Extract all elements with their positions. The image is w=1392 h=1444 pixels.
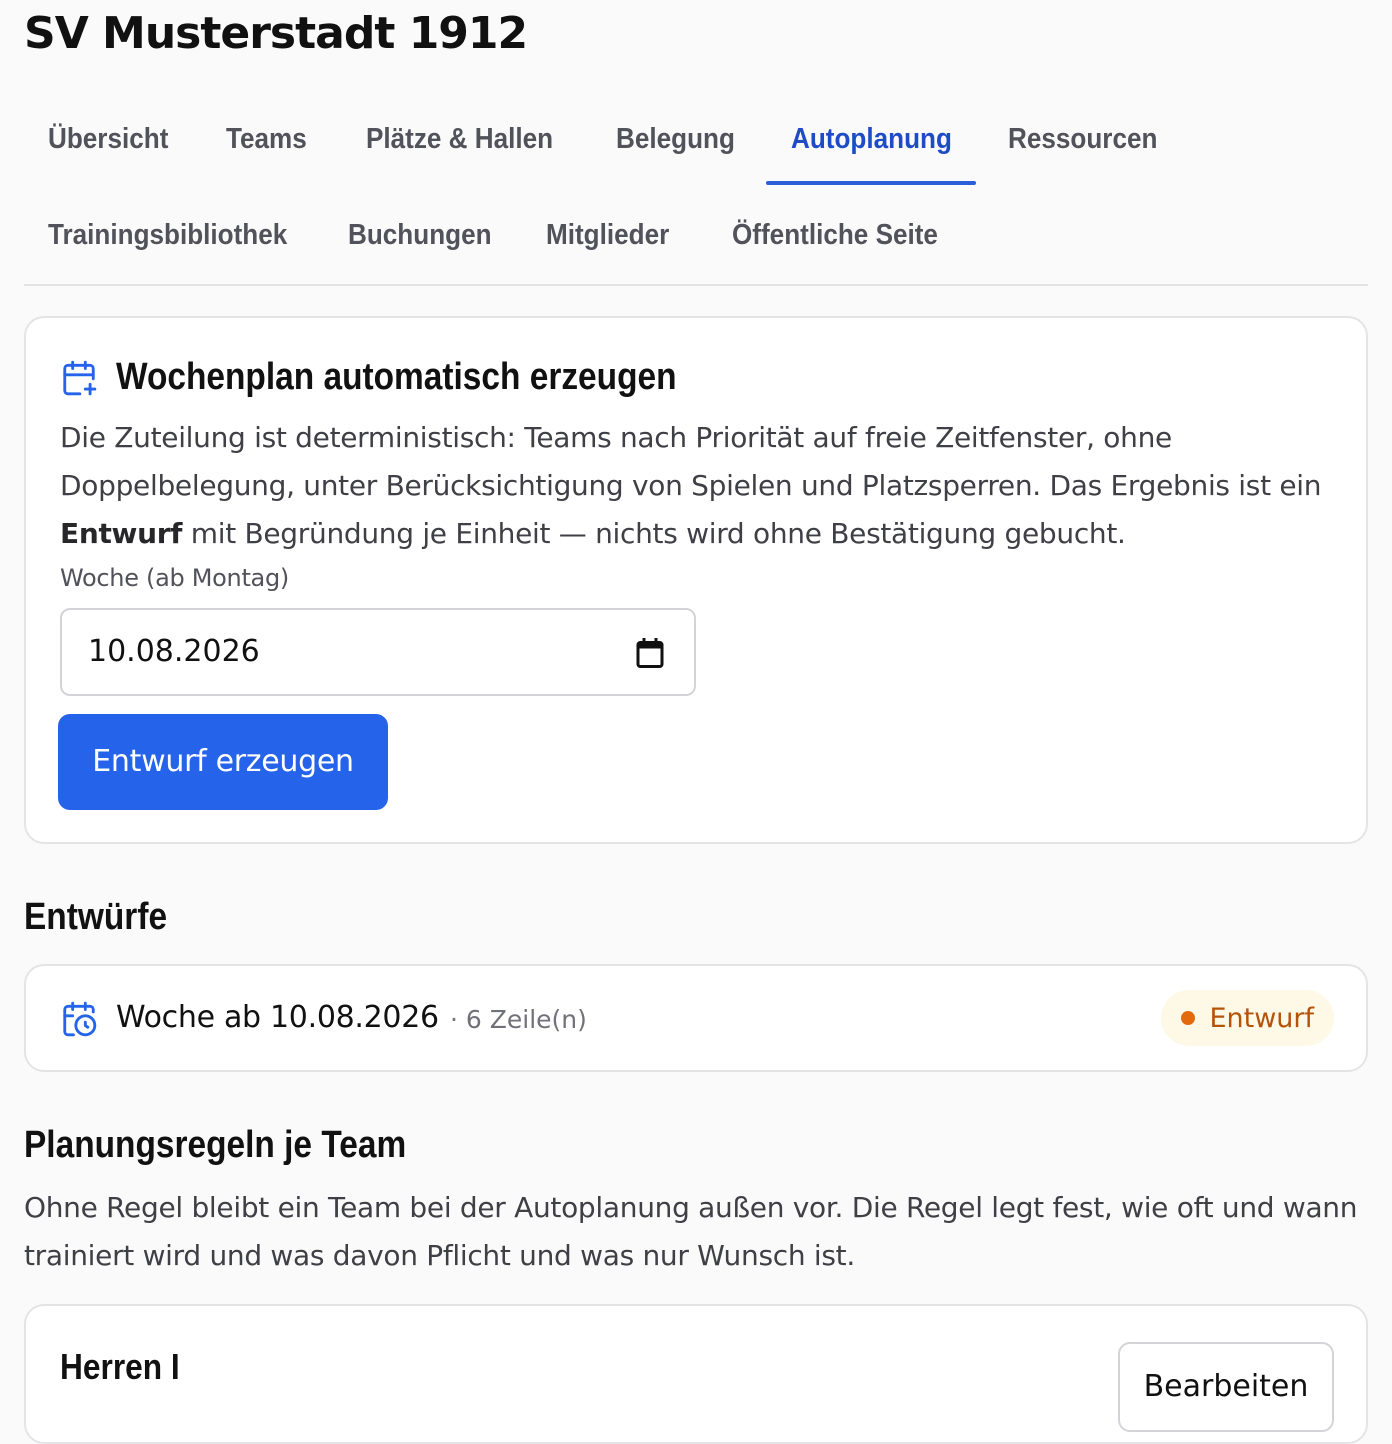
tab-ressourcen[interactable]: Ressourcen (1008, 92, 1157, 186)
tab-mitglieder[interactable]: Mitglieder (546, 188, 669, 282)
status-dot (1181, 1011, 1196, 1025)
calendar-plus-icon (63, 360, 97, 395)
status-badge: Entwurf (1161, 990, 1334, 1046)
club-title: SV Musterstadt 1912 (24, 8, 528, 59)
tab-uebersicht[interactable]: Übersicht (48, 92, 168, 186)
rules-description: Ohne Regel bleibt ein Team bei der Autop… (24, 1191, 1358, 1272)
tab-belegung[interactable]: Belegung (616, 92, 735, 186)
generate-draft-button[interactable]: Entwurf erzeugen (58, 714, 388, 810)
calendar-clock-icon (63, 1001, 97, 1037)
calendar-picker-icon[interactable] (636, 638, 664, 668)
generator-description: Die Zuteilung ist deterministisch: Teams… (60, 414, 1330, 558)
tab-buchungen[interactable]: Buchungen (348, 188, 492, 282)
generator-title: Wochenplan automatisch erzeugen (116, 356, 677, 398)
description-emphasis: Entwurf (60, 517, 183, 550)
tab-oeffentliche-seite[interactable]: Öffentliche Seite (732, 188, 938, 282)
draft-name: Woche ab 10.08.2026 (116, 1000, 439, 1035)
active-tab-indicator (766, 181, 976, 185)
generator-header: Wochenplan automatisch erzeugen (60, 356, 753, 399)
week-date-value: 10.08.2026 (88, 634, 260, 669)
week-date-input[interactable]: 10.08.2026 (60, 608, 696, 696)
generator-card: Wochenplan automatisch erzeugen Die Zute… (24, 316, 1368, 844)
team-name: Herren I (60, 1346, 180, 1387)
tab-navigation: Übersicht Teams Plätze & Hallen Belegung… (24, 92, 1368, 286)
description-text-1: Die Zuteilung ist deterministisch: Teams… (60, 421, 1322, 502)
draft-row-count: · 6 Zeile(n) (450, 1005, 587, 1034)
draft-list-item[interactable]: Woche ab 10.08.2026 · 6 Zeile(n) Entwurf (24, 964, 1368, 1072)
drafts-heading: Entwürfe (24, 896, 168, 938)
rules-heading: Planungsregeln je Team (24, 1124, 407, 1166)
tab-autoplanung[interactable]: Autoplanung (791, 92, 952, 186)
description-text-2: mit Begründung je Einheit — nichts wird … (182, 517, 1126, 550)
tab-teams[interactable]: Teams (226, 92, 307, 186)
edit-rule-button[interactable]: Bearbeiten (1118, 1342, 1334, 1432)
tab-trainingsbibliothek[interactable]: Trainingsbibliothek (48, 188, 287, 282)
team-rule-card: Herren I Bearbeiten (24, 1304, 1368, 1444)
status-badge-label: Entwurf (1209, 1002, 1314, 1034)
week-field-label: Woche (ab Montag) (60, 564, 289, 592)
tab-plaetze-hallen[interactable]: Plätze & Hallen (366, 92, 553, 186)
